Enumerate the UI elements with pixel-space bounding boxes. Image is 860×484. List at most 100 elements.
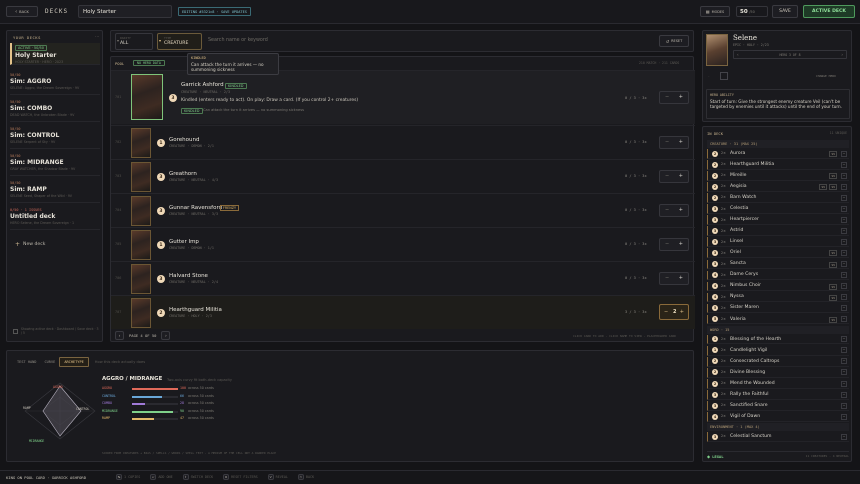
sidebar-deck-item[interactable]: 50/50 Sim: COMBO DEAD WATCH, the Unbroke… — [10, 100, 100, 122]
shortcut-list: ↹ 1 COPIES ↵ ADD ONE ⇧ SWITCH DECK R RESET F… — [116, 474, 315, 480]
remove-icon[interactable]: − — [841, 183, 847, 190]
card-art — [131, 264, 151, 294]
remove-icon[interactable]: − — [841, 194, 847, 201]
deck-list-item[interactable]: 2 2× Mend the Wounded − — [707, 379, 849, 389]
remove-icon[interactable]: − — [841, 391, 847, 398]
reset-button[interactable]: ↺ RESET — [659, 35, 689, 47]
hero-selector[interactable]: ‹ HERO 3 OF 8 › — [733, 50, 847, 59]
pagination: ‹ PAGE 4 OF 50 › — [115, 331, 171, 340]
remove-icon[interactable]: − — [841, 249, 847, 256]
deck-list-item[interactable]: 3 2× Celestial Sanctum − — [707, 432, 849, 442]
pool-card[interactable]: 704 3 Gunnar Ravensford FRENZY CREATURE … — [111, 193, 695, 227]
deck-item-tag: S5 — [829, 173, 837, 180]
quantity-stepper[interactable]: − + — [659, 91, 689, 104]
remove-icon[interactable]: − — [841, 380, 847, 387]
remove-icon[interactable]: − — [841, 227, 847, 234]
deck-list-item[interactable]: 3 2× Linsel − — [707, 237, 849, 248]
deck-list-item[interactable]: 3 2× Heartpiercer − — [707, 215, 849, 225]
remove-icon[interactable]: − — [841, 205, 847, 212]
type-select[interactable]: TYPE CREATURE ▾ — [157, 33, 202, 50]
remove-icon[interactable]: − — [841, 294, 847, 301]
checkbox-icon[interactable] — [13, 328, 18, 334]
quantity-stepper[interactable]: − + — [659, 238, 689, 251]
save-button[interactable]: SAVE — [772, 5, 798, 18]
active-deck-button[interactable]: ACTIVE DECK — [803, 5, 855, 18]
remove-icon[interactable]: − — [841, 172, 847, 179]
new-deck-button[interactable]: + New deck — [15, 241, 45, 248]
remove-icon[interactable]: − — [841, 272, 847, 279]
deck-list-item[interactable]: 2 2× Consecrated Caltrops − — [707, 356, 849, 367]
next-page-button[interactable]: › — [161, 331, 171, 340]
sidebar-deck-item[interactable]: 50/50 Sim: CONTROL SELENE Serpent of Sky… — [10, 127, 100, 149]
deck-list-item[interactable]: 2 2× Aegisia S5 S5− — [707, 182, 849, 192]
remove-icon[interactable]: − — [841, 216, 847, 223]
deck-list-item[interactable]: 4 2× Dame Cerys − — [707, 270, 849, 281]
pool-card[interactable]: 703 3 Greathorn CREATURE · NEUTRAL · 4/3… — [111, 159, 695, 193]
deck-list-item[interactable]: 5 2× Valeria S5− — [707, 314, 849, 325]
remove-icon[interactable]: − — [841, 283, 847, 290]
remove-icon[interactable]: − — [841, 413, 847, 420]
remove-icon[interactable]: − — [841, 358, 847, 365]
tab-test-hand[interactable]: TEST HAND — [13, 358, 40, 366]
sidebar-deck-item[interactable]: 50/50 Sim: AGGRO SELENE: Aggro, the Drea… — [10, 73, 100, 95]
quantity-stepper[interactable]: − + — [659, 204, 689, 217]
deck-list-item[interactable]: 3 2× Oriel S5− — [707, 248, 849, 259]
pool-card-featured[interactable]: 701 3 Garrick Ashford KINDLED CREATURE ·… — [111, 70, 695, 124]
card-art — [131, 74, 163, 120]
modes-button[interactable]: ▦ MODES — [700, 6, 730, 17]
remove-icon[interactable]: − — [841, 369, 847, 376]
change-hero-button[interactable]: CHANGE HERO — [816, 74, 836, 78]
deck-list-item[interactable]: 2 2× Aurora S5− — [707, 149, 849, 159]
card-art — [131, 298, 151, 328]
deck-list-item[interactable]: 2 2× Divine Blessing − — [707, 367, 849, 378]
sidebar-deck-item[interactable]: 0/50 · 1 ISSUES Untitled deck HERO Selen… — [10, 208, 100, 230]
pool-card[interactable]: 702 1 Gorehound CREATURE · DEMON · 2/1 0… — [111, 125, 695, 159]
deck-list-item[interactable]: 3 2× Rally the Faithful − — [707, 390, 849, 400]
quantity-stepper[interactable]: − + — [659, 136, 689, 149]
quantity-stepper[interactable]: − + — [659, 170, 689, 183]
archetype-title: AGGRO / MIDRANGE — [102, 376, 163, 382]
deck-list-item[interactable]: 5 2× Sister Maren − — [707, 303, 849, 314]
remove-icon[interactable]: − — [841, 161, 847, 168]
remove-icon[interactable]: − — [841, 347, 847, 354]
remove-icon[interactable]: − — [841, 150, 847, 157]
deck-list-item[interactable]: 3 2× Celestia − — [707, 204, 849, 214]
deck-list-item[interactable]: 4 2× Vigil of Dawn − — [707, 412, 849, 422]
remove-icon[interactable]: − — [841, 305, 847, 312]
deck-list-item[interactable]: 1 2× Candlelight Vigil − — [707, 345, 849, 356]
quantity-stepper[interactable]: − + — [659, 272, 689, 285]
search-input[interactable]: Search name or keyword — [206, 36, 646, 47]
tab-curve[interactable]: CURVE — [40, 358, 59, 366]
pool-card[interactable]: 707 2 Hearthguard Militia CREATURE · HOL… — [111, 295, 695, 329]
tab-archetype[interactable]: ARCHETYPE — [59, 357, 89, 367]
prev-page-button[interactable]: ‹ — [115, 331, 124, 340]
deck-list-item[interactable]: 2 2× Hearthguard Militia − — [707, 160, 849, 170]
hero-tool-icon[interactable] — [720, 72, 728, 80]
rarity-select[interactable]: RARITY ALL ▾ — [115, 33, 153, 50]
remove-icon[interactable]: − — [841, 402, 847, 409]
deck-item-name: Nyssa — [730, 294, 744, 300]
remove-icon[interactable]: − — [841, 433, 847, 440]
deck-list-item[interactable]: 3 2× Sanctified Snare − — [707, 401, 849, 411]
pool-card[interactable]: 705 1 Gutter Imp CREATURE · DEMON · 1/1 … — [111, 227, 695, 261]
deck-list-item[interactable]: 4 2× Nyssa S5− — [707, 292, 849, 303]
quantity-stepper-active[interactable]: − 2 + — [659, 304, 689, 320]
deck-name-input[interactable]: Holy Starter — [78, 5, 172, 18]
deck-list-item[interactable]: 4 2× Nimbus Choir S5− — [707, 281, 849, 292]
sidebar-deck-item[interactable]: 50/50 Sim: RAMP SELENE Seed, Shaper of t… — [10, 181, 100, 203]
back-button[interactable]: ‹ BACK — [6, 6, 38, 17]
sidebar-deck-active[interactable]: ACTIVE · 50/50 Holy Starter HOLY STARTER… — [10, 43, 100, 65]
deck-list-item[interactable]: 3 2× Astrid − — [707, 226, 849, 237]
remove-icon[interactable]: − — [841, 238, 847, 245]
pool-card[interactable]: 706 3 Halvard Stone CREATURE · NEUTRAL ·… — [111, 261, 695, 295]
deck-list-item[interactable]: 3 2× Sancta S5− — [707, 259, 849, 270]
deck-list-item[interactable]: 2 2× Mireille S5− — [707, 171, 849, 181]
chevron-right-icon[interactable]: › — [841, 52, 843, 57]
deck-list-item[interactable]: 1 2× Blessing of the Hearth − — [707, 334, 849, 345]
remove-icon[interactable]: − — [841, 336, 847, 343]
deck-list-item[interactable]: 2 2× Barn Watch − — [707, 193, 849, 203]
sidebar-deck-item[interactable]: 50/50 Sim: MIDRANGE GRAY WATCHER, the Sh… — [10, 154, 100, 176]
more-icon[interactable]: ⋯ — [95, 34, 99, 39]
remove-icon[interactable]: − — [841, 261, 847, 267]
remove-icon[interactable]: − — [841, 316, 847, 323]
